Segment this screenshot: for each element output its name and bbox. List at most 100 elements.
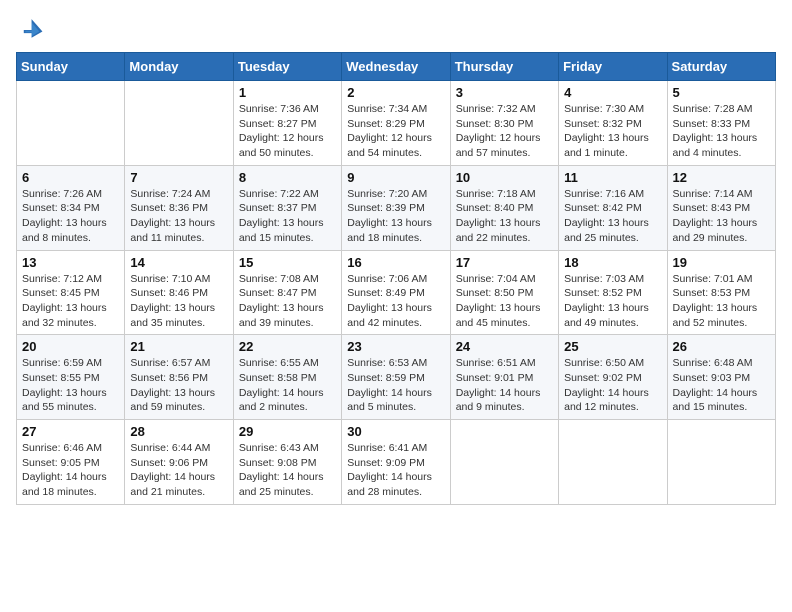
calendar-cell: 7Sunrise: 7:24 AMSunset: 8:36 PMDaylight… — [125, 165, 233, 250]
cell-info: Sunrise: 6:46 AMSunset: 9:05 PMDaylight:… — [22, 441, 119, 500]
weekday-header-thursday: Thursday — [450, 53, 558, 81]
day-number: 21 — [130, 339, 227, 354]
calendar-cell: 17 Sunrise: 7:04 AMSunset: 8:50 PMDayligh… — [450, 250, 558, 335]
cell-info: Sunrise: 7:10 AMSunset: 8:46 PMDaylight:… — [130, 272, 227, 331]
calendar-header-row: SundayMondayTuesdayWednesdayThursdayFrid… — [17, 53, 776, 81]
calendar-week-row: 1Sunrise: 7:36 AMSunset: 8:27 PMDaylight… — [17, 81, 776, 166]
calendar-cell: 11 Sunrise: 7:16 AMSunset: 8:42 PMDayligh… — [559, 165, 667, 250]
cell-info: Sunrise: 6:51 AMSunset: 9:01 PMDaylight:… — [456, 356, 553, 415]
calendar-cell: 14Sunrise: 7:10 AMSunset: 8:46 PMDayligh… — [125, 250, 233, 335]
cell-info: Sunrise: 7:30 AMSunset: 8:32 PMDaylight:… — [564, 102, 661, 161]
cell-info: Sunrise: 6:43 AMSunset: 9:08 PMDaylight:… — [239, 441, 336, 500]
weekday-header-sunday: Sunday — [17, 53, 125, 81]
day-number: 24 — [456, 339, 553, 354]
calendar-cell: 10 Sunrise: 7:18 AMSunset: 8:40 PMDayligh… — [450, 165, 558, 250]
day-number: 26 — [673, 339, 770, 354]
day-number: 12 — [673, 170, 770, 185]
calendar-week-row: 20 Sunrise: 6:59 AMSunset: 8:55 PMDayligh… — [17, 335, 776, 420]
calendar-cell — [17, 81, 125, 166]
day-number: 27 — [22, 424, 119, 439]
cell-info: Sunrise: 7:06 AMSunset: 8:49 PMDaylight:… — [347, 272, 444, 331]
calendar-cell: 6Sunrise: 7:26 AMSunset: 8:34 PMDaylight… — [17, 165, 125, 250]
cell-info: Sunrise: 7:12 AMSunset: 8:45 PMDaylight:… — [22, 272, 119, 331]
day-number: 8 — [239, 170, 336, 185]
cell-info: Sunrise: 7:22 AMSunset: 8:37 PMDaylight:… — [239, 187, 336, 246]
cell-info: Sunrise: 7:03 AMSunset: 8:52 PMDaylight:… — [564, 272, 661, 331]
calendar-cell: 23 Sunrise: 6:53 AMSunset: 8:59 PMDayligh… — [342, 335, 450, 420]
calendar-cell: 9 Sunrise: 7:20 AMSunset: 8:39 PMDaylight… — [342, 165, 450, 250]
day-number: 18 — [564, 255, 661, 270]
cell-info: Sunrise: 6:53 AMSunset: 8:59 PMDaylight:… — [347, 356, 444, 415]
weekday-header-saturday: Saturday — [667, 53, 775, 81]
calendar-cell — [667, 420, 775, 505]
calendar-cell — [125, 81, 233, 166]
logo — [16, 16, 48, 44]
cell-info: Sunrise: 6:44 AMSunset: 9:06 PMDaylight:… — [130, 441, 227, 500]
day-number: 6 — [22, 170, 119, 185]
logo-icon — [16, 16, 44, 44]
cell-info: Sunrise: 6:57 AMSunset: 8:56 PMDaylight:… — [130, 356, 227, 415]
cell-info: Sunrise: 6:48 AMSunset: 9:03 PMDaylight:… — [673, 356, 770, 415]
cell-info: Sunrise: 7:01 AMSunset: 8:53 PMDaylight:… — [673, 272, 770, 331]
calendar-cell: 29Sunrise: 6:43 AMSunset: 9:08 PMDayligh… — [233, 420, 341, 505]
cell-info: Sunrise: 7:04 AMSunset: 8:50 PMDaylight:… — [456, 272, 553, 331]
cell-info: Sunrise: 6:50 AMSunset: 9:02 PMDaylight:… — [564, 356, 661, 415]
cell-info: Sunrise: 6:59 AMSunset: 8:55 PMDaylight:… — [22, 356, 119, 415]
day-number: 2 — [347, 85, 444, 100]
weekday-header-tuesday: Tuesday — [233, 53, 341, 81]
cell-info: Sunrise: 7:24 AMSunset: 8:36 PMDaylight:… — [130, 187, 227, 246]
calendar-cell: 12Sunrise: 7:14 AMSunset: 8:43 PMDayligh… — [667, 165, 775, 250]
calendar-cell: 28 Sunrise: 6:44 AMSunset: 9:06 PMDayligh… — [125, 420, 233, 505]
day-number: 16 — [347, 255, 444, 270]
calendar-cell: 3 Sunrise: 7:32 AMSunset: 8:30 PMDaylight… — [450, 81, 558, 166]
day-number: 9 — [347, 170, 444, 185]
cell-info: Sunrise: 7:18 AMSunset: 8:40 PMDaylight:… — [456, 187, 553, 246]
calendar-cell: 26 Sunrise: 6:48 AMSunset: 9:03 PMDayligh… — [667, 335, 775, 420]
day-number: 5 — [673, 85, 770, 100]
calendar-cell — [450, 420, 558, 505]
weekday-header-wednesday: Wednesday — [342, 53, 450, 81]
weekday-header-monday: Monday — [125, 53, 233, 81]
day-number: 15 — [239, 255, 336, 270]
day-number: 1 — [239, 85, 336, 100]
cell-info: Sunrise: 7:16 AMSunset: 8:42 PMDaylight:… — [564, 187, 661, 246]
calendar-cell: 21 Sunrise: 6:57 AMSunset: 8:56 PMDayligh… — [125, 335, 233, 420]
day-number: 30 — [347, 424, 444, 439]
calendar-cell: 8 Sunrise: 7:22 AMSunset: 8:37 PMDaylight… — [233, 165, 341, 250]
calendar-cell: 18 Sunrise: 7:03 AMSunset: 8:52 PMDayligh… — [559, 250, 667, 335]
calendar-cell: 1Sunrise: 7:36 AMSunset: 8:27 PMDaylight… — [233, 81, 341, 166]
calendar-cell: 25 Sunrise: 6:50 AMSunset: 9:02 PMDayligh… — [559, 335, 667, 420]
calendar-cell: 16 Sunrise: 7:06 AMSunset: 8:49 PMDayligh… — [342, 250, 450, 335]
cell-info: Sunrise: 7:32 AMSunset: 8:30 PMDaylight:… — [456, 102, 553, 161]
calendar-cell: 19 Sunrise: 7:01 AMSunset: 8:53 PMDayligh… — [667, 250, 775, 335]
calendar-cell: 22Sunrise: 6:55 AMSunset: 8:58 PMDayligh… — [233, 335, 341, 420]
calendar-cell: 30 Sunrise: 6:41 AMSunset: 9:09 PMDayligh… — [342, 420, 450, 505]
calendar-week-row: 13Sunrise: 7:12 AMSunset: 8:45 PMDayligh… — [17, 250, 776, 335]
calendar-week-row: 6Sunrise: 7:26 AMSunset: 8:34 PMDaylight… — [17, 165, 776, 250]
day-number: 19 — [673, 255, 770, 270]
cell-info: Sunrise: 6:41 AMSunset: 9:09 PMDaylight:… — [347, 441, 444, 500]
calendar-cell: 27 Sunrise: 6:46 AMSunset: 9:05 PMDayligh… — [17, 420, 125, 505]
calendar-table: SundayMondayTuesdayWednesdayThursdayFrid… — [16, 52, 776, 505]
day-number: 23 — [347, 339, 444, 354]
calendar-cell: 13Sunrise: 7:12 AMSunset: 8:45 PMDayligh… — [17, 250, 125, 335]
cell-info: Sunrise: 7:20 AMSunset: 8:39 PMDaylight:… — [347, 187, 444, 246]
cell-info: Sunrise: 7:34 AMSunset: 8:29 PMDaylight:… — [347, 102, 444, 161]
page-header — [16, 16, 776, 44]
cell-info: Sunrise: 7:28 AMSunset: 8:33 PMDaylight:… — [673, 102, 770, 161]
day-number: 4 — [564, 85, 661, 100]
day-number: 17 — [456, 255, 553, 270]
cell-info: Sunrise: 7:08 AMSunset: 8:47 PMDaylight:… — [239, 272, 336, 331]
weekday-header-friday: Friday — [559, 53, 667, 81]
calendar-cell — [559, 420, 667, 505]
calendar-cell: 2 Sunrise: 7:34 AMSunset: 8:29 PMDaylight… — [342, 81, 450, 166]
day-number: 25 — [564, 339, 661, 354]
calendar-cell: 24 Sunrise: 6:51 AMSunset: 9:01 PMDayligh… — [450, 335, 558, 420]
day-number: 11 — [564, 170, 661, 185]
day-number: 3 — [456, 85, 553, 100]
calendar-week-row: 27 Sunrise: 6:46 AMSunset: 9:05 PMDayligh… — [17, 420, 776, 505]
day-number: 10 — [456, 170, 553, 185]
day-number: 28 — [130, 424, 227, 439]
day-number: 20 — [22, 339, 119, 354]
calendar-cell: 4 Sunrise: 7:30 AMSunset: 8:32 PMDaylight… — [559, 81, 667, 166]
